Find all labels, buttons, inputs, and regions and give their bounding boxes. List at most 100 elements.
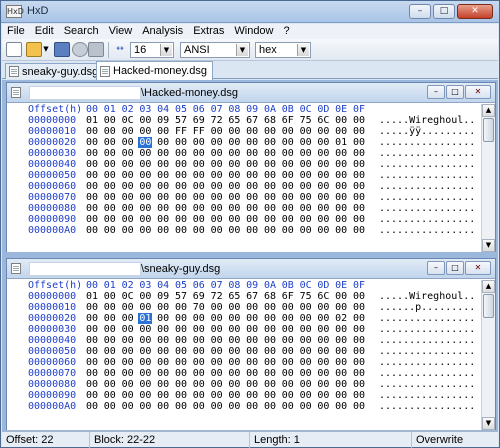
hex-byte[interactable]: 00	[121, 302, 135, 313]
hex-byte[interactable]: 00	[352, 203, 366, 214]
hex-byte[interactable]: 00	[352, 401, 366, 412]
hex-byte[interactable]: 0C	[121, 291, 135, 302]
text-column[interactable]: ................	[379, 203, 475, 214]
hex-byte[interactable]: 00	[121, 346, 135, 357]
hex-byte[interactable]: 00	[192, 148, 206, 159]
hex-byte[interactable]: 00	[174, 214, 188, 225]
hex-byte[interactable]: 01	[85, 115, 99, 126]
hex-byte[interactable]: 00	[281, 401, 295, 412]
hex-byte[interactable]: 00	[263, 214, 277, 225]
hex-byte[interactable]: 00	[210, 335, 224, 346]
hex-byte[interactable]: 00	[192, 335, 206, 346]
hex-byte[interactable]: 00	[352, 335, 366, 346]
disk-icon[interactable]	[88, 42, 104, 57]
hex-byte[interactable]: 00	[227, 302, 241, 313]
hex-byte[interactable]: 00	[156, 181, 170, 192]
hex-byte[interactable]: 00	[299, 390, 313, 401]
hex-byte[interactable]: 00	[334, 357, 348, 368]
text-column[interactable]: ................	[379, 401, 475, 412]
hex-byte[interactable]: 00	[138, 159, 152, 170]
hex-byte[interactable]: 00	[227, 324, 241, 335]
new-file-icon[interactable]	[6, 42, 22, 57]
hex-byte[interactable]: 00	[121, 335, 135, 346]
hex-byte[interactable]: 00	[299, 170, 313, 181]
hex-byte[interactable]: 00	[245, 390, 259, 401]
hex-byte[interactable]: 00	[103, 115, 117, 126]
hex-byte[interactable]: 00	[227, 368, 241, 379]
hex-byte[interactable]: 00	[174, 368, 188, 379]
hex-byte[interactable]: 00	[138, 357, 152, 368]
hex-byte[interactable]: 00	[85, 137, 99, 148]
hex-byte[interactable]: 00	[156, 346, 170, 357]
hex-byte[interactable]: 00	[263, 346, 277, 357]
hex-byte[interactable]: 00	[334, 390, 348, 401]
hex-byte[interactable]: 02	[334, 313, 348, 324]
hex-byte[interactable]: 00	[263, 379, 277, 390]
menu-view[interactable]: View	[104, 24, 138, 39]
hex-byte[interactable]: FF	[192, 126, 206, 137]
hex-byte[interactable]: 00	[316, 302, 330, 313]
hex-byte[interactable]: 00	[138, 346, 152, 357]
text-column[interactable]: ................	[379, 192, 475, 203]
hex-byte[interactable]: 00	[281, 203, 295, 214]
text-column[interactable]: ................	[379, 390, 475, 401]
hex-byte[interactable]: 00	[263, 313, 277, 324]
hex-byte[interactable]: 00	[352, 159, 366, 170]
offset-base-select[interactable]: hex ▼	[255, 42, 311, 58]
vertical-scrollbar[interactable]: ▲ ▼	[481, 280, 495, 430]
hex-byte[interactable]: 00	[299, 401, 313, 412]
hex-byte[interactable]: 00	[316, 368, 330, 379]
hex-byte[interactable]: 72	[210, 115, 224, 126]
hex-byte[interactable]: 00	[245, 346, 259, 357]
hex-byte[interactable]: 00	[299, 192, 313, 203]
hex-byte[interactable]: 00	[316, 181, 330, 192]
hex-byte[interactable]: 00	[192, 357, 206, 368]
scroll-thumb[interactable]	[483, 294, 494, 318]
hex-byte[interactable]: 00	[299, 335, 313, 346]
hex-byte[interactable]: 00	[103, 368, 117, 379]
hex-byte[interactable]: 00	[138, 170, 152, 181]
open-dropdown-icon[interactable]: ▼	[42, 42, 50, 57]
hex-byte[interactable]: 00	[156, 137, 170, 148]
hex-byte[interactable]: 00	[316, 346, 330, 357]
hex-byte[interactable]: 09	[156, 115, 170, 126]
hex-byte[interactable]: 00	[138, 148, 152, 159]
hex-byte[interactable]: 00	[210, 225, 224, 236]
hex-byte[interactable]: 00	[192, 324, 206, 335]
hex-byte[interactable]: 00	[210, 357, 224, 368]
text-column[interactable]: ................	[379, 170, 475, 181]
hex-view[interactable]: Offset(h) 00 01 02 03 04 05 06 07 08 09 0A 0B 0C 0D 0E 0…	[7, 104, 481, 252]
hex-byte[interactable]: 00	[227, 225, 241, 236]
hex-byte[interactable]: 69	[192, 291, 206, 302]
hex-byte[interactable]: 75	[299, 115, 313, 126]
hex-byte[interactable]: 00	[245, 379, 259, 390]
hex-byte[interactable]: 00	[227, 335, 241, 346]
hex-byte[interactable]: 00	[156, 225, 170, 236]
chevron-down-icon[interactable]: ▼	[297, 44, 309, 56]
hex-byte[interactable]: 00	[85, 368, 99, 379]
hex-byte[interactable]: 00	[227, 137, 241, 148]
text-column[interactable]: ................	[379, 225, 475, 236]
scroll-up-icon[interactable]: ▲	[482, 104, 495, 117]
hex-byte[interactable]: 00	[192, 214, 206, 225]
hex-byte[interactable]: 00	[316, 170, 330, 181]
hex-byte[interactable]: 00	[85, 357, 99, 368]
hex-byte[interactable]: 00	[174, 137, 188, 148]
hex-byte[interactable]: 00	[174, 335, 188, 346]
hex-byte[interactable]: 00	[210, 368, 224, 379]
document-title-bar[interactable]: \sneaky-guy.dsg – □ ✕	[7, 259, 495, 279]
hex-byte[interactable]: 70	[192, 302, 206, 313]
hex-byte[interactable]: 00	[103, 313, 117, 324]
hex-byte[interactable]: 67	[245, 291, 259, 302]
hex-byte[interactable]: 00	[299, 324, 313, 335]
hex-byte[interactable]: 00	[316, 401, 330, 412]
hex-byte[interactable]: 00	[85, 401, 99, 412]
hex-byte[interactable]: 00	[245, 170, 259, 181]
hex-byte[interactable]: 00	[245, 181, 259, 192]
text-column[interactable]: ................	[379, 324, 475, 335]
hex-byte[interactable]: 00	[85, 335, 99, 346]
hex-byte[interactable]: 00	[156, 170, 170, 181]
hex-byte[interactable]: 00	[352, 137, 366, 148]
hex-byte[interactable]: 00	[281, 148, 295, 159]
save-all-icon[interactable]	[72, 42, 88, 57]
